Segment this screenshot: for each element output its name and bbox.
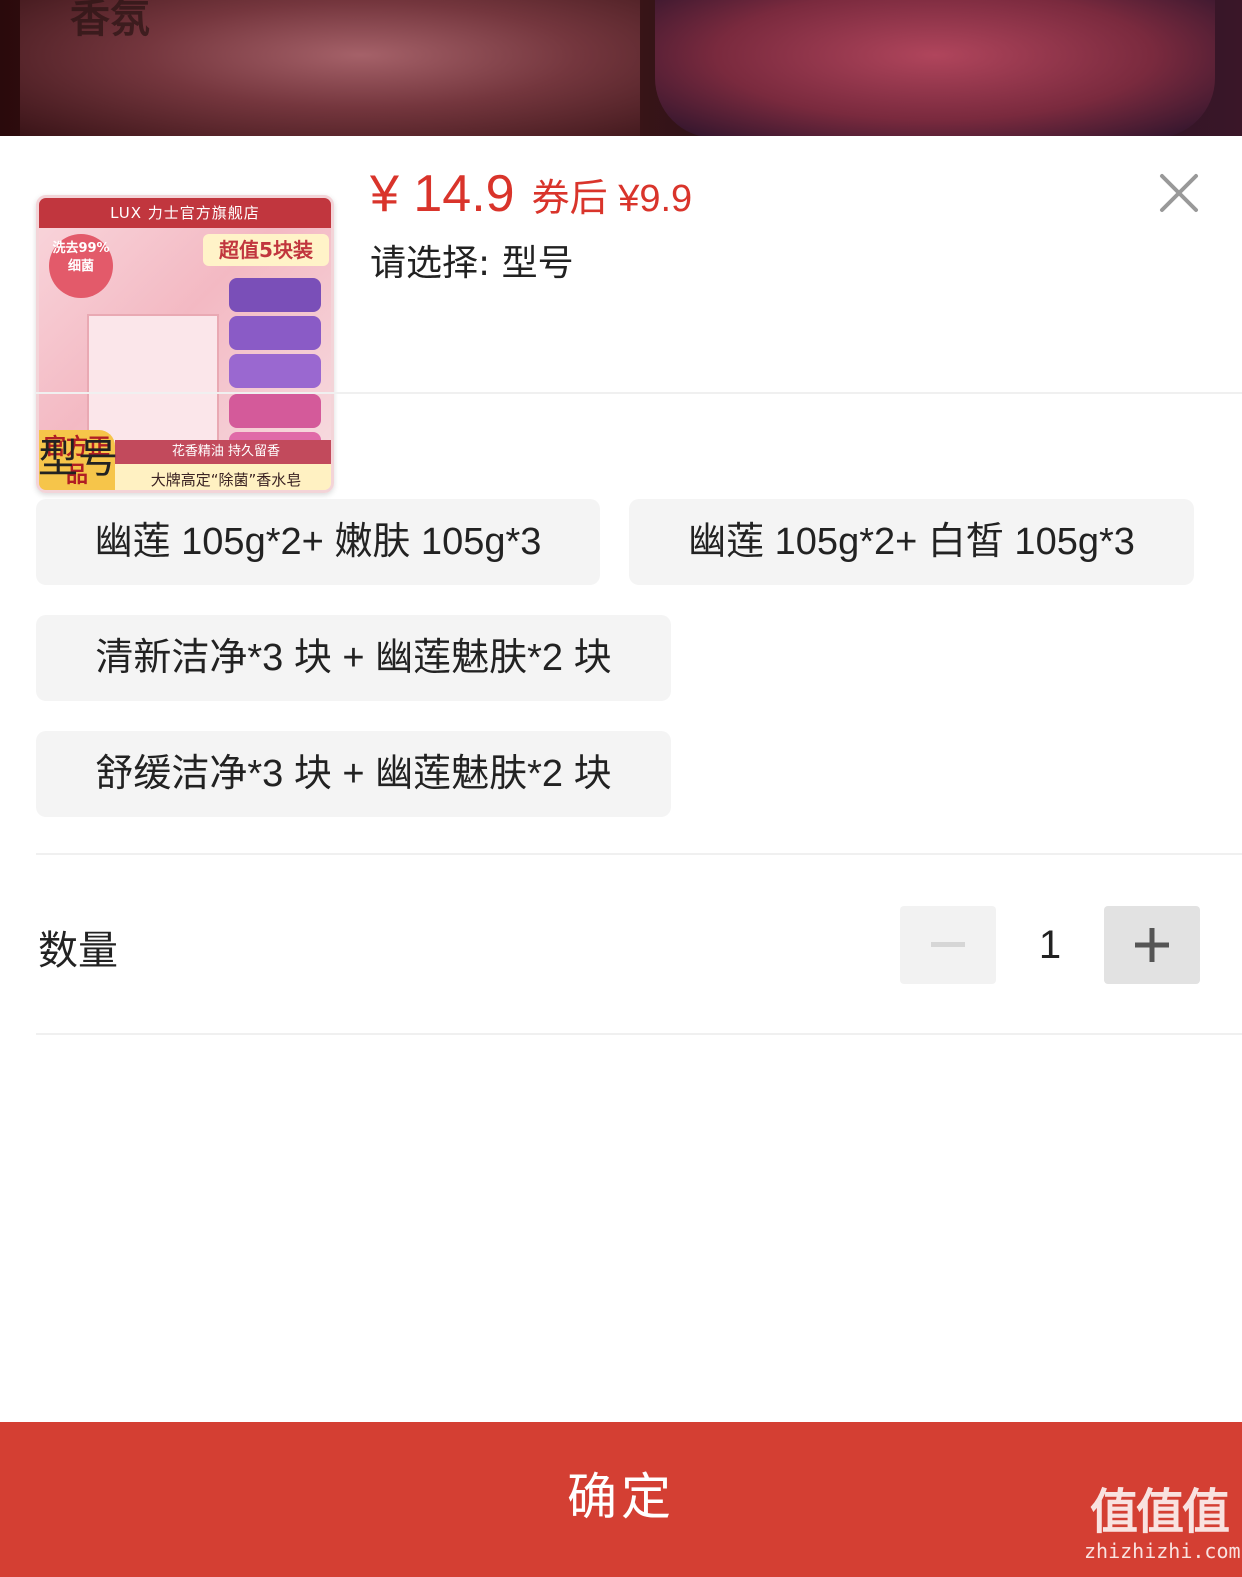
variant-option[interactable]: 幽莲 105g*2+ 嫩肤 105g*3	[36, 499, 600, 585]
quantity-increase-button[interactable]	[1104, 906, 1200, 984]
background-product-image-right	[655, 0, 1215, 138]
thumb-badge-antibacterial: 洗去99%细菌	[49, 234, 113, 298]
thumb-store-name: LUX 力士官方旗舰店	[39, 198, 331, 228]
watermark-logo: 值值值	[1089, 1484, 1230, 1540]
close-button[interactable]	[1156, 170, 1202, 216]
background-page: 香氛	[0, 0, 1242, 138]
thumb-slogan-bottom: 大牌高定“除菌”香水皂	[115, 464, 331, 490]
coupon-price: 券后 ¥9.9	[531, 178, 693, 220]
product-price: ¥ 14.9	[370, 165, 515, 223]
thumb-badge-pack: 超值5块装	[203, 234, 329, 266]
thumb-soap-bar	[229, 394, 321, 428]
quantity-decrease-button[interactable]	[900, 906, 996, 984]
thumb-soap-bar	[229, 354, 321, 388]
screen: 香氛 LUX 力士官方旗舰店 洗去99%细菌 超值5块装 花香精油 持久留香 官…	[0, 0, 1242, 1577]
thumb-soap-bar	[229, 278, 321, 312]
watermark-url: zhizhizhi.com	[1084, 1539, 1241, 1563]
quantity-label: 数量	[38, 928, 118, 974]
plus-icon	[1135, 928, 1169, 962]
thumb-slogan-mid: 花香精油 持久留香	[115, 440, 331, 464]
background-partial-text: 香氛	[70, 0, 150, 42]
divider	[36, 853, 1242, 855]
thumb-soap-bar	[229, 316, 321, 350]
variant-option[interactable]: 清新洁净*3 块 + 幽莲魅肤*2 块	[36, 615, 671, 701]
variant-section-title: 型号	[38, 436, 118, 482]
price-row: ¥ 14.9 券后 ¥9.9	[370, 164, 692, 224]
confirm-button[interactable]: 确定	[0, 1422, 1242, 1577]
selection-hint: 请选择: 型号	[370, 243, 574, 284]
close-icon	[1160, 174, 1198, 212]
variant-option[interactable]: 幽莲 105g*2+ 白皙 105g*3	[629, 499, 1194, 585]
watermark: 值值值 zhizhizhi.com	[1084, 1484, 1241, 1563]
sku-selection-sheet: LUX 力士官方旗舰店 洗去99%细菌 超值5块装 花香精油 持久留香 官方正品…	[0, 136, 1242, 1577]
divider	[36, 392, 1242, 394]
divider	[36, 1033, 1242, 1035]
minus-icon	[931, 942, 965, 947]
quantity-value[interactable]: 1	[996, 906, 1104, 984]
variant-option[interactable]: 舒缓洁净*3 块 + 幽莲魅肤*2 块	[36, 731, 671, 817]
